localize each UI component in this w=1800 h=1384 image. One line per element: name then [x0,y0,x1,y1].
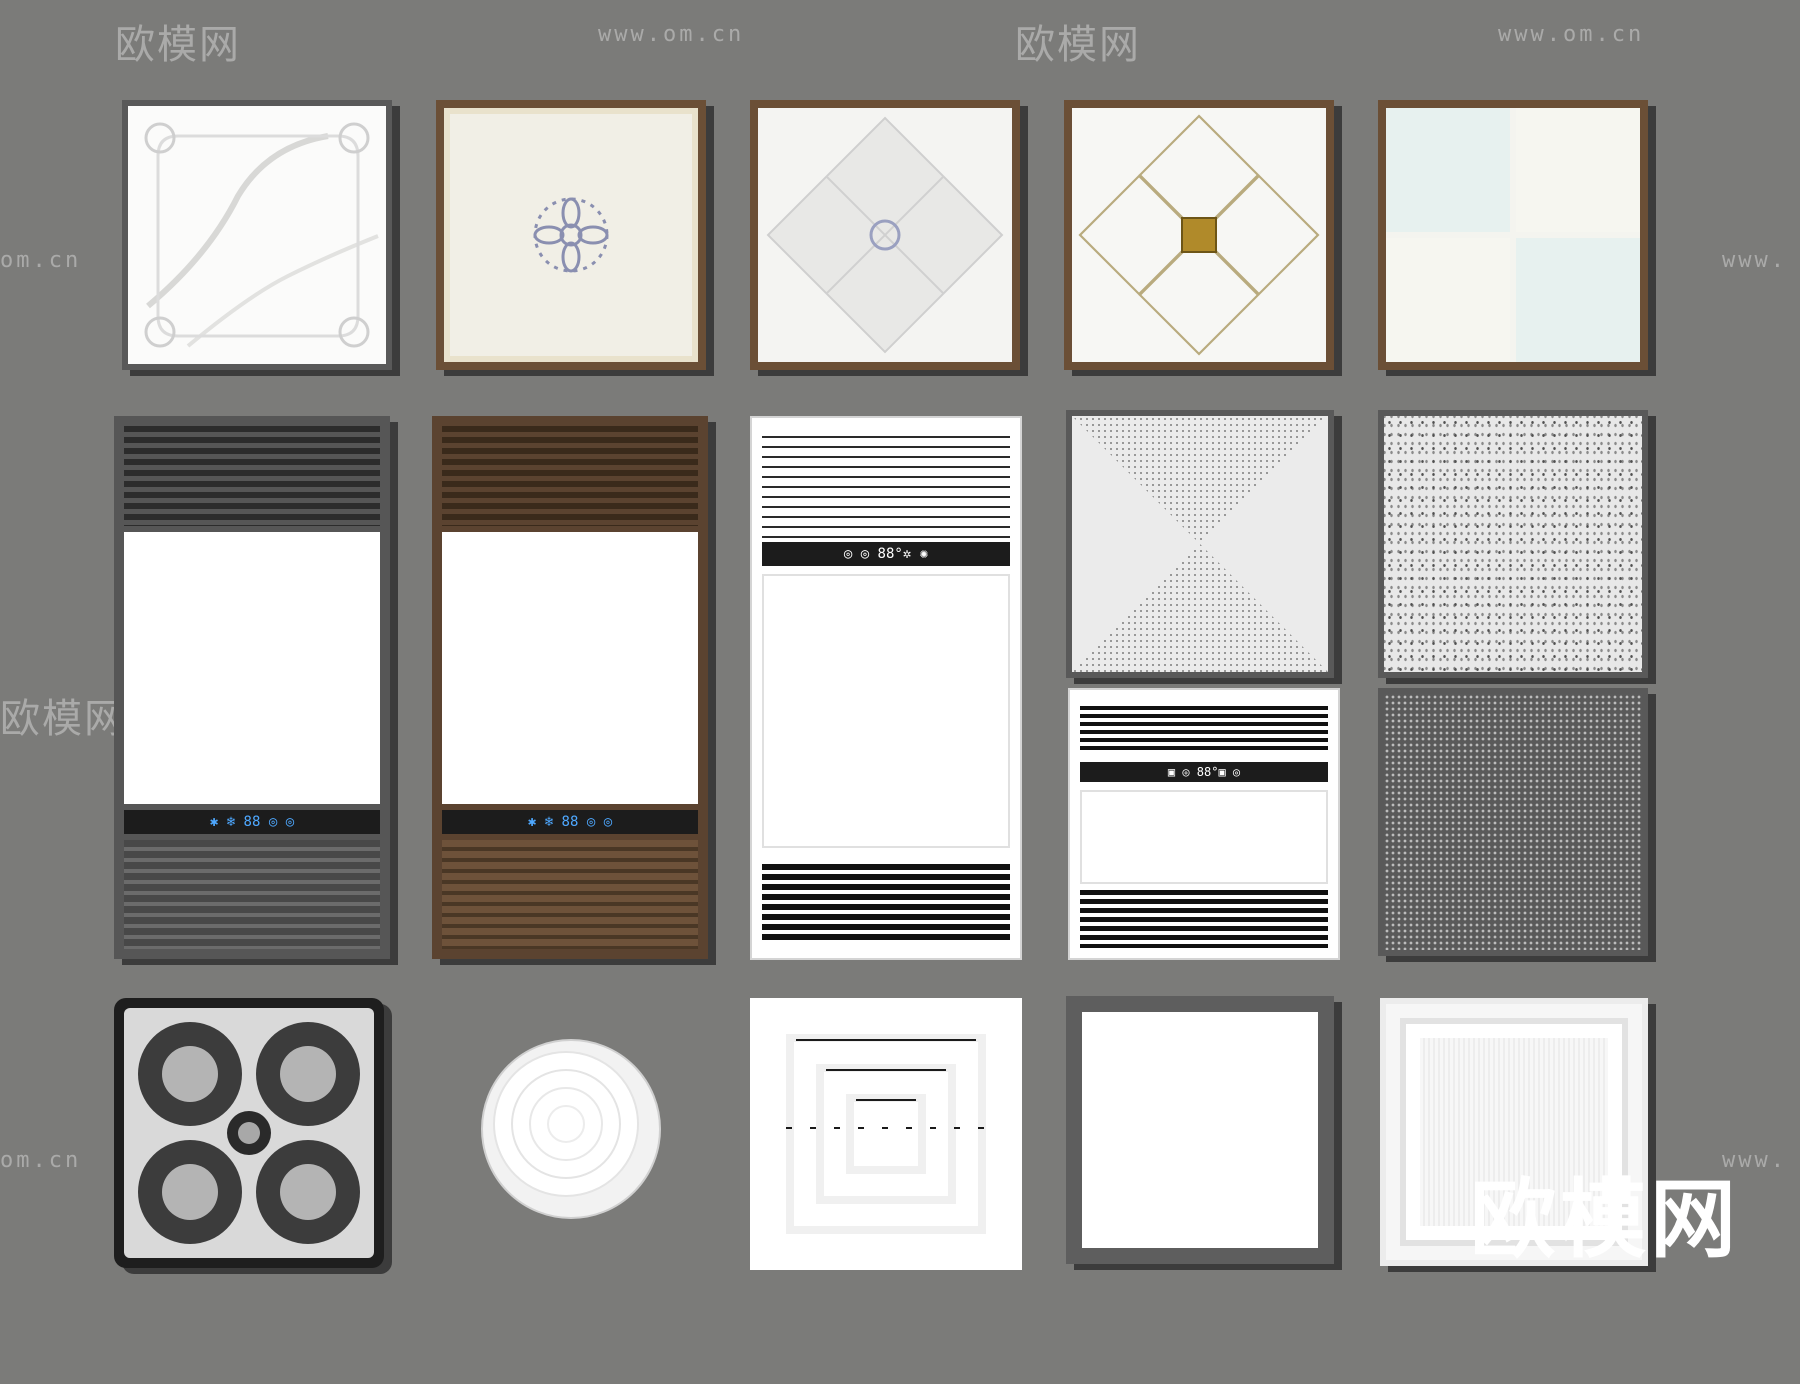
round-air-diffuser [480,1038,662,1220]
floral-medallion-icon [533,197,609,273]
ceiling-tile-speckled [1378,410,1648,678]
ceiling-tile-perforated-metal [1378,688,1648,956]
vent-grille [762,864,1010,944]
quad-panel [1516,238,1640,362]
ceiling-panel-catalog: 欧模网 www.om.cn 欧模网 www.om.cn om.cn www. 欧… [0,0,1800,1384]
gold-diamond-pattern-icon [1078,114,1320,356]
fan-icon [138,1022,360,1244]
quad-panel [1516,108,1640,232]
ceiling-tile-gold-center [1064,100,1334,370]
watermark-logo: 欧模网 [1015,22,1141,68]
watermark-url: om.cn [0,248,82,273]
square-air-diffuser [750,998,1022,1270]
marble-pattern-icon [144,122,379,348]
vent-grille [1080,702,1328,754]
ceiling-tile-marble [122,100,392,370]
control-display: ✱ ❄ 88 ◎ ◎ [442,810,698,834]
vent-grille [442,840,698,949]
vent-grille [1080,890,1328,948]
control-display: ▣ ◎ 88°▣ ◎ [1080,762,1328,782]
quad-panel [1386,238,1510,362]
bath-heater-white-small: ▣ ◎ 88°▣ ◎ [1068,688,1340,960]
watermark-logo: 欧模网 [115,22,241,68]
watermark-url: www. [1722,248,1787,273]
quad-panel [1386,108,1510,232]
watermark-url: om.cn [0,1148,82,1173]
ceiling-tile-perforated-x [1066,410,1334,678]
light-panel [442,532,698,804]
bath-heater-brown: ✱ ❄ 88 ◎ ◎ [432,416,708,959]
ceiling-tile-quad [1378,100,1648,370]
ceiling-panel-plain [1066,996,1334,1264]
round-diffuser-icon [481,1039,661,1219]
control-display: ◎ ◎ 88°✲ ✺ [762,542,1010,566]
control-display: ✱ ❄ 88 ◎ ◎ [124,810,380,834]
watermark-url: www.om.cn [1498,22,1645,47]
vent-grille [442,426,698,526]
bath-heater-white-tall: ◎ ◎ 88°✲ ✺ [750,416,1022,960]
ceiling-tile-diamond [750,100,1020,370]
vent-grille [762,428,1010,546]
vent-grille [124,840,380,949]
bath-heater-gray: ✱ ❄ 88 ◎ ◎ [114,416,390,959]
diamond-pattern-icon [766,116,1004,354]
light-panel [124,532,380,804]
ceiling-tile-floral [436,100,706,370]
watermark-logo: 欧模网 [0,696,126,742]
ventilation-fan-quad [114,998,384,1268]
watermark-url: www.om.cn [598,22,745,47]
light-panel [1080,790,1328,884]
perforated-pattern-icon [1072,416,1328,672]
square-diffuser-icon [786,1034,986,1234]
brand-logo: 欧模网 [1470,1170,1740,1270]
light-panel [762,574,1010,848]
vent-grille [124,426,380,526]
